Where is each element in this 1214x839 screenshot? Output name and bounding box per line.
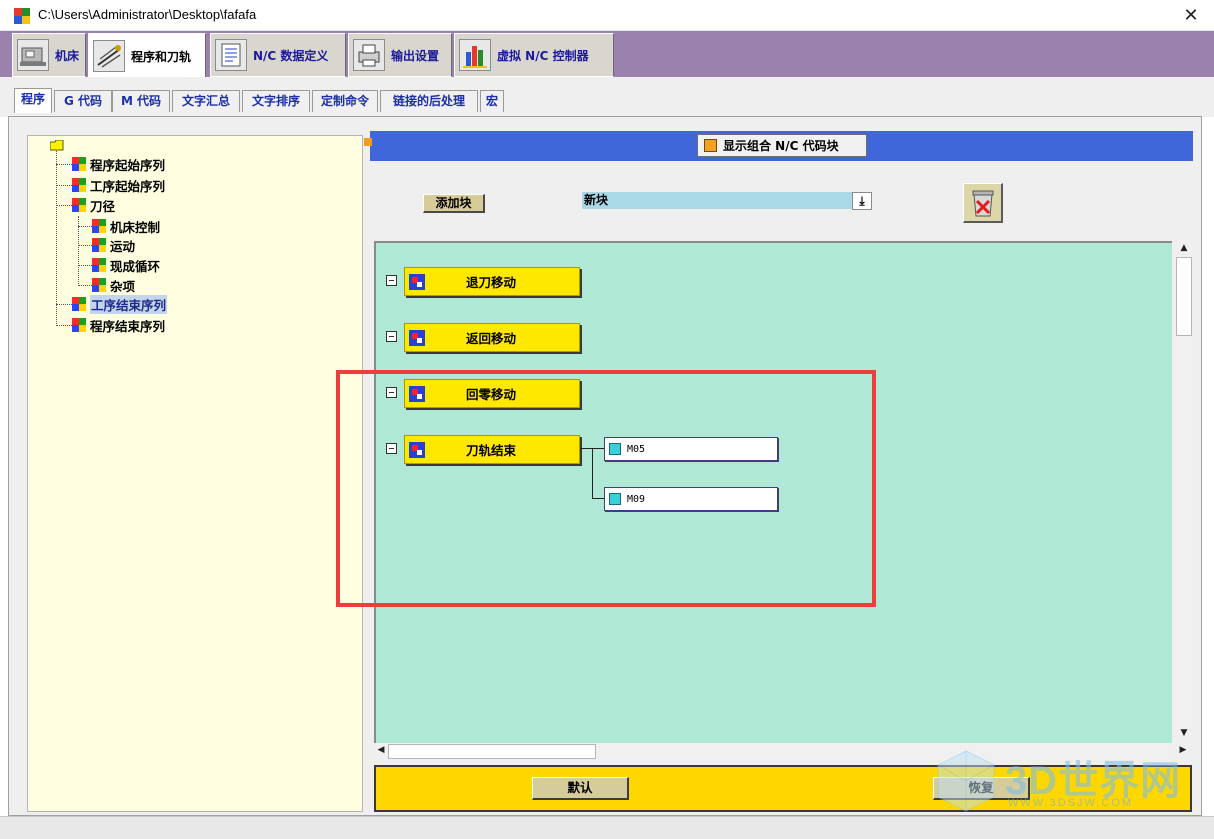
sequence-tree: 程序起始序列 工序起始序列 刀径 机床控制 运动 现成循环 杂项 工序结束序列 … (27, 135, 363, 812)
cube-icon (72, 317, 87, 333)
tree-node-miscellaneous[interactable]: 杂项 (92, 276, 135, 294)
subtab-macro[interactable]: 宏 (480, 90, 504, 112)
subtab-linked-posts[interactable]: 链接的后处理 (380, 90, 478, 112)
scroll-up-icon[interactable]: ▲ (1177, 243, 1191, 253)
main-tab-strip: 机床 程序和刀轨 N/C 数据定义 输出设置 虚拟 N/C 控制器 (0, 31, 1214, 79)
tree-node-program-end[interactable]: 程序结束序列 (72, 316, 165, 334)
block-icon (409, 273, 425, 290)
horizontal-scroll-thumb[interactable] (388, 744, 596, 759)
vertical-scroll-thumb[interactable] (1176, 257, 1192, 336)
subtab-program[interactable]: 程序 (14, 88, 52, 113)
tree-node-operation-start[interactable]: 工序起始序列 (72, 176, 165, 194)
sub-tab-strip: 程序 G 代码 M 代码 文字汇总 文字排序 定制命令 链接的后处理 宏 (0, 77, 1214, 117)
tab-program-toolpath[interactable]: 程序和刀轨 (88, 33, 206, 79)
tab-virtual-controller-label: 虚拟 N/C 控制器 (497, 48, 589, 63)
show-combined-toggle[interactable]: 显示组合 N/C 代码块 (697, 134, 867, 157)
cube-icon (92, 277, 107, 293)
cube-icon (72, 156, 87, 172)
nc-data-icon (215, 39, 247, 71)
tab-machine[interactable]: 机床 (12, 33, 86, 77)
new-block-select[interactable]: 新块 (582, 192, 852, 209)
tree-node-program-start[interactable]: 程序起始序列 (72, 155, 165, 173)
cube-icon (92, 218, 107, 234)
window-title: C:\Users\Administrator\Desktop\fafafa (38, 7, 257, 22)
cube-icon (92, 257, 107, 273)
tab-nc-data-label: N/C 数据定义 (253, 48, 329, 63)
default-button[interactable]: 默认 (532, 777, 629, 800)
tab-machine-label: 机床 (55, 48, 80, 63)
window-bottom-edge (0, 816, 1214, 839)
cube-icon (92, 237, 107, 253)
tree-node-canned-cycles[interactable]: 现成循环 (92, 256, 160, 274)
tab-nc-data[interactable]: N/C 数据定义 (210, 33, 346, 77)
tab-output-settings-label: 输出设置 (391, 48, 440, 63)
app-icon (14, 8, 30, 24)
cube-icon (72, 197, 87, 213)
subtab-g-code[interactable]: G 代码 (54, 90, 112, 112)
event-block-return[interactable]: 返回移动 (404, 323, 580, 352)
watermark-logo (932, 747, 1000, 815)
add-block-button[interactable]: 添加块 (423, 194, 485, 213)
subtab-custom-command[interactable]: 定制命令 (312, 90, 378, 112)
tab-program-toolpath-label: 程序和刀轨 (131, 49, 192, 64)
program-toolpath-icon (93, 40, 125, 72)
subtab-word-summary[interactable]: 文字汇总 (172, 90, 240, 112)
dropdown-arrow-icon[interactable]: ⤓ (852, 192, 872, 210)
highlight-box (336, 370, 876, 607)
scroll-down-icon[interactable]: ▼ (1177, 728, 1191, 738)
tree-node-operation-end[interactable]: 工序结束序列 (72, 294, 168, 314)
collapse-icon[interactable] (386, 331, 397, 342)
subtab-m-code[interactable]: M 代码 (112, 90, 170, 112)
virtual-controller-icon (459, 39, 491, 71)
watermark-url: WWW.3DSJW.COM (1008, 797, 1133, 809)
splitter-handle[interactable] (364, 138, 372, 146)
tab-output-settings[interactable]: 输出设置 (348, 33, 452, 77)
cube-icon (72, 177, 87, 193)
trash-icon (972, 190, 994, 217)
scroll-left-icon[interactable]: ◀ (374, 745, 388, 755)
cube-icon (72, 296, 87, 312)
event-block-retract[interactable]: 退刀移动 (404, 267, 580, 296)
tree-node-machine-control[interactable]: 机床控制 (92, 217, 160, 235)
checkbox-icon[interactable] (704, 139, 717, 152)
close-button[interactable]: ✕ (1176, 2, 1206, 28)
subtab-word-sequencing[interactable]: 文字排序 (242, 90, 310, 112)
printer-icon (353, 39, 385, 71)
show-combined-label: 显示组合 N/C 代码块 (723, 139, 839, 153)
machine-icon (17, 39, 49, 71)
block-icon (409, 329, 425, 346)
tree-node-toolpath[interactable]: 刀径 (72, 196, 115, 214)
folder-icon (49, 139, 64, 151)
tree-node-motion[interactable]: 运动 (92, 236, 135, 254)
tab-virtual-controller[interactable]: 虚拟 N/C 控制器 (454, 33, 614, 77)
trash-button[interactable] (963, 183, 1003, 223)
collapse-icon[interactable] (386, 275, 397, 286)
